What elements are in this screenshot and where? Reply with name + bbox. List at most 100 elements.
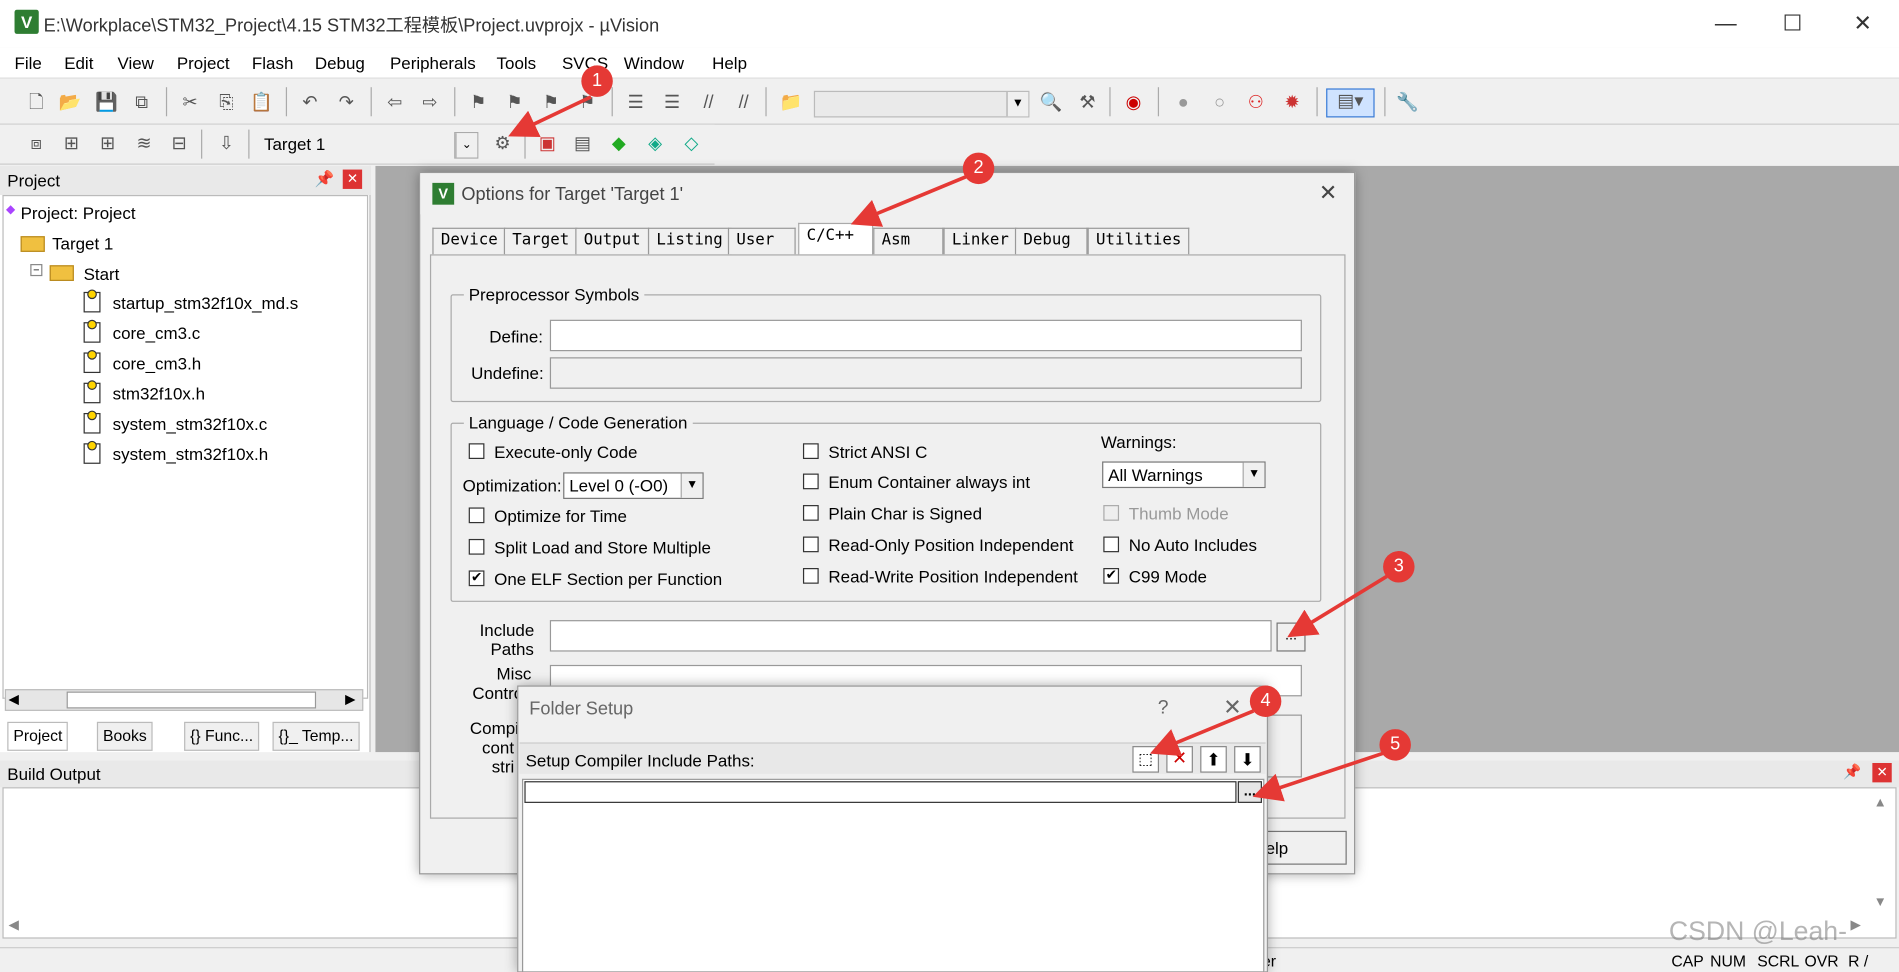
ro-pi-checkbox[interactable]: [802, 536, 819, 553]
breakpoint-disable-all-icon[interactable]: ⚇: [1244, 91, 1268, 115]
scroll-right-icon[interactable]: ▶: [345, 692, 355, 708]
plain-char-checkbox[interactable]: [802, 505, 819, 521]
find-combo[interactable]: ▼: [813, 90, 1030, 118]
tree-file[interactable]: startup_stm32f10x_md.s: [113, 293, 299, 312]
bookmark-icon[interactable]: ⚑: [466, 91, 490, 115]
pack-installer-icon[interactable]: ◇: [679, 132, 703, 156]
window-layout-icon[interactable]: ▤▾: [1326, 88, 1375, 118]
close-icon[interactable]: ✕: [1845, 7, 1881, 38]
move-up-icon[interactable]: ⬆: [1200, 746, 1227, 773]
tree-group-start[interactable]: Start: [84, 264, 120, 283]
dialog-close-icon[interactable]: ✕: [1319, 180, 1337, 205]
select-packs-icon[interactable]: ◈: [643, 132, 667, 156]
optimization-select[interactable]: Level 0 (-O0) ▼: [563, 472, 704, 499]
tree-file[interactable]: core_cm3.c: [113, 323, 201, 342]
manage-run-time-icon[interactable]: ◆: [607, 132, 631, 156]
tree-file[interactable]: stm32f10x.h: [113, 384, 205, 403]
maximize-icon[interactable]: ☐: [1774, 7, 1810, 38]
tree-target[interactable]: Target 1: [52, 234, 113, 253]
warnings-select[interactable]: All Warnings ▼: [1102, 461, 1266, 489]
breakpoint-icon[interactable]: ●: [1171, 91, 1195, 115]
folder-setup-close-icon[interactable]: ✕: [1223, 695, 1241, 720]
tree-file[interactable]: system_stm32f10x.h: [113, 444, 268, 463]
rw-pi-checkbox[interactable]: [802, 568, 819, 584]
folder-setup-help-icon[interactable]: ?: [1158, 698, 1169, 720]
strict-ansi-checkbox[interactable]: [802, 443, 819, 460]
menu-flash[interactable]: Flash: [252, 53, 293, 72]
find-icon[interactable]: 🔍: [1039, 91, 1063, 115]
manage-multi-project-icon[interactable]: ▤: [570, 132, 594, 156]
manage-project-items-icon[interactable]: ▣: [535, 132, 559, 156]
path-browse-button[interactable]: ...: [1237, 781, 1262, 803]
path-edit-input[interactable]: [524, 781, 1237, 803]
minimize-icon[interactable]: —: [1708, 7, 1744, 38]
tab-target[interactable]: Target: [503, 227, 578, 255]
split-load-checkbox[interactable]: [468, 538, 485, 555]
collapse-icon[interactable]: −: [30, 264, 43, 277]
redo-icon[interactable]: ↷: [334, 91, 358, 115]
enum-int-checkbox[interactable]: [802, 473, 819, 490]
nav-back-icon[interactable]: ⇦: [383, 91, 407, 115]
menu-edit[interactable]: Edit: [64, 53, 93, 72]
scroll-up-icon[interactable]: ▲: [1874, 796, 1887, 811]
menu-help[interactable]: Help: [712, 53, 747, 72]
panel-close-icon[interactable]: ✕: [342, 169, 363, 189]
scroll-right-icon[interactable]: ▶: [1851, 917, 1861, 933]
tab-templates[interactable]: {}_ Temp...: [272, 721, 360, 751]
target-select-dropdown[interactable]: ⌄: [454, 132, 479, 159]
build-close-icon[interactable]: ✕: [1872, 762, 1892, 783]
tab-linker[interactable]: Linker: [943, 227, 1018, 255]
uncomment-icon[interactable]: //: [732, 91, 756, 115]
tab-user[interactable]: User: [727, 227, 796, 255]
copy-icon[interactable]: ⎘: [214, 91, 238, 115]
breakpoint-disable-icon[interactable]: ○: [1207, 91, 1231, 115]
build-icon[interactable]: ⊞: [59, 132, 83, 156]
paste-icon[interactable]: 📋: [249, 91, 273, 115]
menu-peripherals[interactable]: Peripherals: [390, 53, 476, 72]
tree-file[interactable]: core_cm3.h: [113, 354, 202, 373]
unindent-icon[interactable]: ☰: [660, 91, 684, 115]
menu-debug[interactable]: Debug: [315, 53, 365, 72]
menu-file[interactable]: File: [15, 53, 42, 72]
scroll-left-icon[interactable]: ◀: [8, 917, 18, 933]
scroll-down-icon[interactable]: ▼: [1874, 895, 1887, 910]
indent-icon[interactable]: ☰: [624, 91, 648, 115]
comment-icon[interactable]: //: [696, 91, 720, 115]
save-all-icon[interactable]: ⧉: [130, 91, 154, 115]
new-folder-icon[interactable]: ⬚: [1132, 746, 1160, 773]
tab-books[interactable]: Books: [96, 721, 153, 751]
no-auto-includes-checkbox[interactable]: [1103, 536, 1120, 553]
tree-root[interactable]: Project: Project: [21, 203, 136, 222]
find-in-files-icon[interactable]: 📁: [779, 91, 803, 115]
bookmark-prev-icon[interactable]: ⚑: [503, 91, 527, 115]
delete-icon[interactable]: ✕: [1166, 746, 1193, 773]
cut-icon[interactable]: ✂: [178, 91, 202, 115]
tab-utilities[interactable]: Utilities: [1087, 227, 1190, 255]
menu-window[interactable]: Window: [624, 53, 684, 72]
tab-asm[interactable]: Asm: [873, 227, 944, 255]
save-icon[interactable]: 💾: [94, 91, 118, 115]
nav-forward-icon[interactable]: ⇨: [418, 91, 442, 115]
bookmark-next-icon[interactable]: ⚑: [539, 91, 563, 115]
one-elf-checkbox[interactable]: ✔: [468, 570, 485, 587]
include-paths-list[interactable]: ...: [521, 778, 1265, 972]
tab-functions[interactable]: {} Func...: [184, 721, 260, 751]
menu-project[interactable]: Project: [177, 53, 230, 72]
breakpoint-kill-all-icon[interactable]: ✹: [1280, 91, 1304, 115]
stop-build-icon[interactable]: ⊟: [167, 132, 191, 156]
options-for-target-icon[interactable]: ⚙: [490, 132, 514, 156]
tab-listing[interactable]: Listing: [647, 227, 732, 255]
tab-project[interactable]: Project: [7, 721, 69, 751]
tab-debug[interactable]: Debug: [1014, 227, 1088, 255]
execute-only-checkbox[interactable]: [468, 443, 485, 460]
undo-icon[interactable]: ↶: [298, 91, 322, 115]
translate-icon[interactable]: ⧈: [24, 132, 48, 156]
batch-build-icon[interactable]: ≋: [132, 132, 156, 156]
open-folder-icon[interactable]: 📂: [58, 91, 82, 115]
scroll-left-icon[interactable]: ◀: [8, 692, 18, 708]
tab-cpp[interactable]: C/C++: [798, 222, 874, 256]
incremental-find-icon[interactable]: ⚒: [1075, 91, 1099, 115]
menu-view[interactable]: View: [117, 53, 153, 72]
load-download-icon[interactable]: ⇩: [214, 132, 238, 156]
optimize-time-checkbox[interactable]: [468, 507, 485, 524]
